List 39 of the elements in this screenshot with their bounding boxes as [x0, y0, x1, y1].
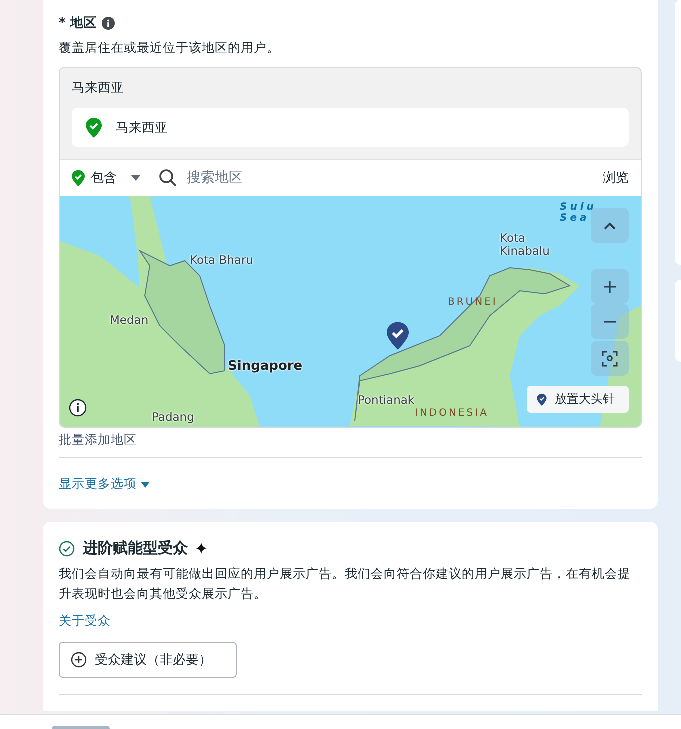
caret-up-icon: [604, 222, 616, 230]
zoom-in-button[interactable]: [591, 269, 629, 304]
region-title: * 地区: [59, 15, 96, 32]
audience-suggestion-button[interactable]: 受众建议（非必要）: [59, 642, 237, 678]
location-icon: [602, 350, 618, 366]
about-audience-link[interactable]: 关于受众: [59, 613, 111, 630]
city-label: Singapore: [228, 359, 303, 374]
show-more-options-link[interactable]: 显示更多选项: [59, 476, 150, 493]
city-label: Pontianak: [358, 393, 415, 407]
include-dropdown[interactable]: 包含: [72, 169, 141, 187]
city-label: Kota Bharu: [190, 253, 254, 267]
caret-icon: [131, 175, 141, 181]
city-label: Kota Kinabalu: [500, 232, 550, 258]
include-pin-icon: [72, 170, 85, 186]
caret-icon: [141, 482, 150, 488]
city-label: Padang: [152, 410, 194, 424]
sea-label: Sulu Sea: [560, 202, 598, 224]
drop-pin-button[interactable]: 放置大头针: [527, 386, 629, 413]
check-circle-icon: [59, 540, 75, 556]
audience-title: 进阶赋能型受众: [83, 539, 188, 558]
country-label: BRUNEI: [448, 297, 498, 308]
plus-circle-icon: [71, 652, 87, 668]
country-label: INDONESIA: [415, 408, 489, 419]
sparkle-icon: [196, 543, 207, 554]
map-marker-icon[interactable]: [387, 322, 409, 350]
audience-description: 我们会自动向最有可能做出回应的用户展示广告。我们会向符合你建议的用户展示广告，在有机会提升表现时也会向其他受众展示广告。: [59, 565, 632, 603]
location-group-label: 马来西亚: [72, 80, 124, 97]
info-icon[interactable]: [69, 399, 87, 417]
bulk-add-link[interactable]: 批量添加地区: [59, 432, 137, 449]
region-description: 覆盖居住在或最近位于该地区的用户。: [59, 40, 281, 57]
browse-button[interactable]: 浏览: [603, 169, 629, 187]
minus-icon: [604, 320, 616, 322]
city-label: Medan: [110, 313, 149, 327]
locate-button[interactable]: [591, 341, 629, 376]
search-icon: [159, 169, 177, 187]
info-icon[interactable]: [102, 16, 116, 30]
location-item[interactable]: 马来西亚: [72, 108, 629, 147]
plus-icon: [604, 280, 616, 292]
pin-icon: [537, 394, 547, 406]
